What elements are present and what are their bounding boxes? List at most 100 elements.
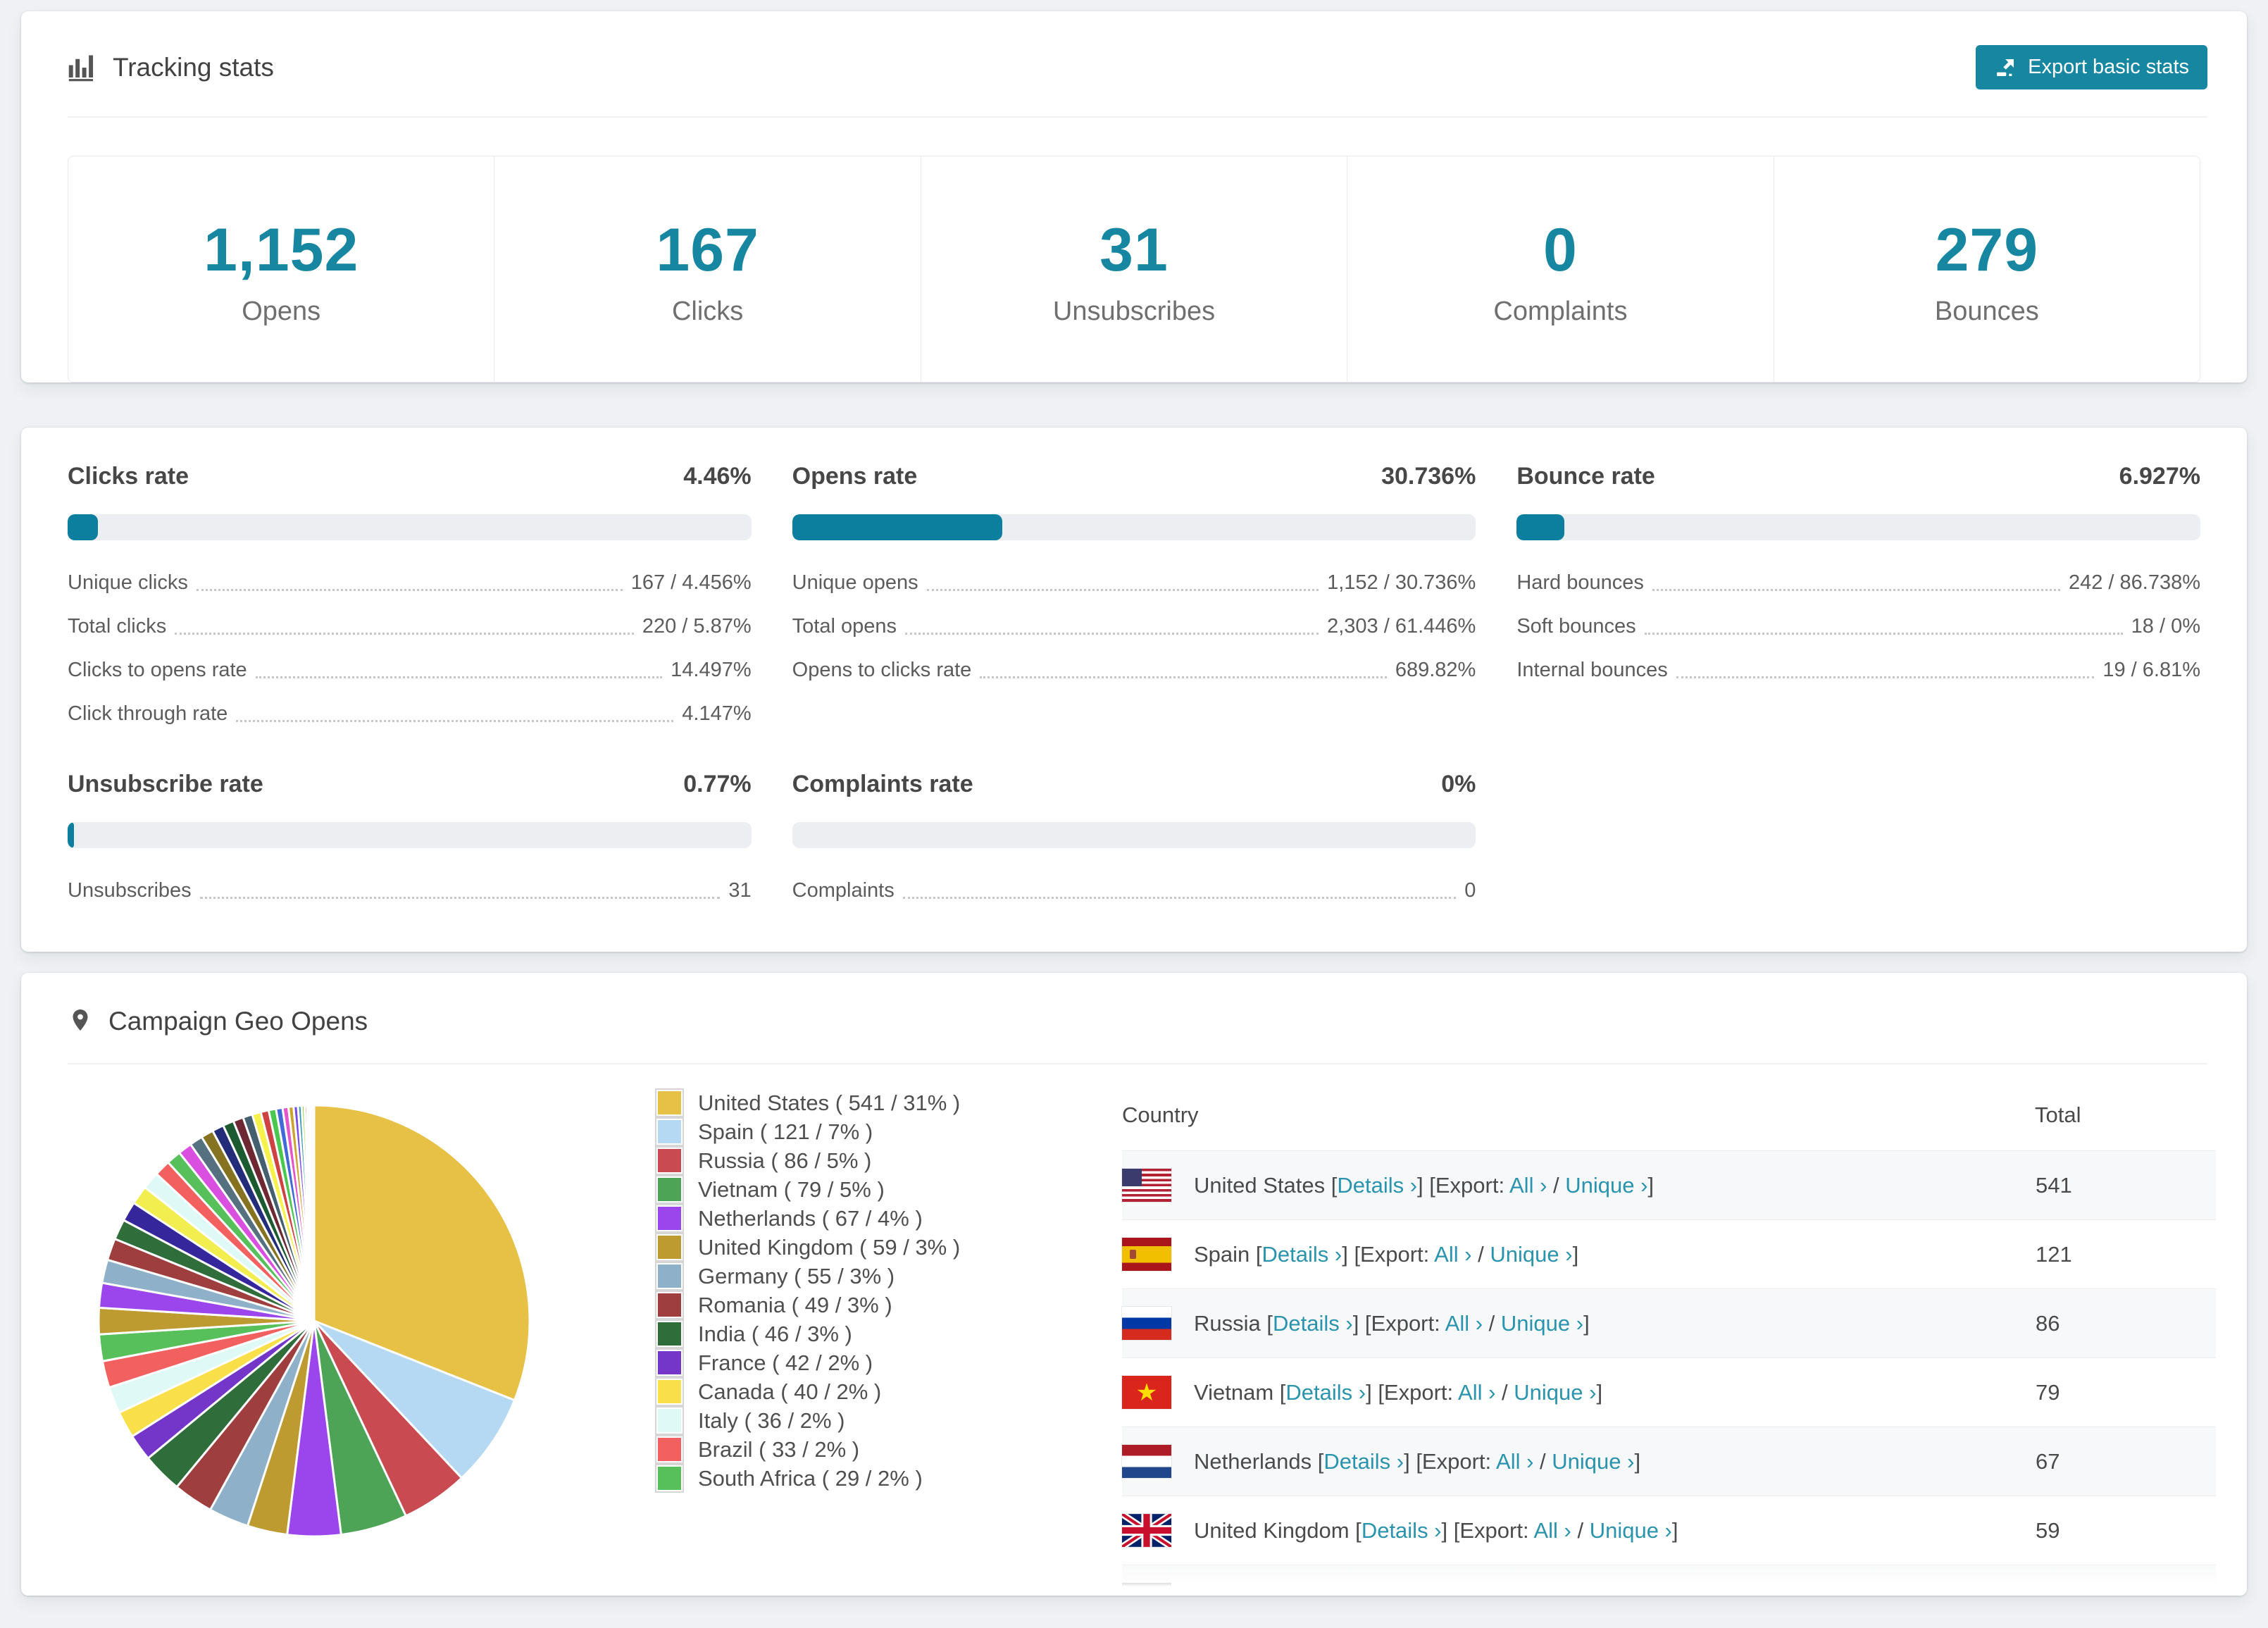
rate-row-value: 220 / 5.87% — [642, 615, 752, 638]
rate-value: 0% — [1441, 771, 1476, 797]
legend-item-spain: Spain ( 121 / 7% ) — [655, 1117, 1039, 1146]
legend-swatch — [655, 1233, 684, 1262]
legend-swatch — [655, 1406, 684, 1435]
geo-export-all-link[interactable]: All › — [1496, 1449, 1533, 1474]
stat-value: 0 — [1543, 216, 1578, 284]
legend-swatch-color — [658, 1091, 681, 1114]
geo-export-all-link[interactable]: All › — [1468, 1587, 1505, 1596]
rates-card: Clicks rate 4.46% Unique clicks 167 / 4.456… — [21, 428, 2247, 952]
stat-value: 167 — [656, 216, 759, 284]
legend-swatch-color — [658, 1178, 681, 1201]
dotted-leader — [980, 676, 1387, 678]
geo-export-all-link[interactable]: All › — [1458, 1380, 1495, 1405]
rate-row-value: 167 / 4.456% — [630, 571, 752, 594]
dotted-leader — [175, 633, 634, 635]
country-links: Russia [Details ›] [Export: All › / Uniq… — [1194, 1310, 1590, 1336]
rate-header: Unsubscribe rate 0.77% — [68, 771, 752, 798]
legend-label: Spain ( 121 / 7% ) — [698, 1119, 873, 1144]
legend-swatch — [655, 1348, 684, 1377]
rate-value: 6.927% — [2119, 463, 2200, 490]
geo-details-link[interactable]: Details › — [1285, 1380, 1366, 1405]
legend-label: Russia ( 86 / 5% ) — [698, 1148, 872, 1173]
country-cell-content: Germany [Details ›] [Export: All › / Uni… — [1122, 1583, 2035, 1596]
geo-export-all-link[interactable]: All › — [1509, 1173, 1547, 1198]
geo-details-link[interactable]: Details › — [1273, 1311, 1353, 1336]
legend-swatch-color — [658, 1265, 681, 1288]
legend-swatch — [655, 1204, 684, 1233]
geo-details-link[interactable]: Details › — [1362, 1518, 1442, 1543]
dotted-leader — [1676, 676, 2095, 678]
country-cell: Spain [Details ›] [Export: All › / Uniqu… — [1122, 1220, 2035, 1289]
geo-export-unique-link[interactable]: Unique › — [1514, 1380, 1596, 1405]
rate-block-opens-rate: Opens rate 30.736% Unique opens 1,152 / 30.… — [792, 463, 1476, 726]
country-cell: Netherlands [Details ›] [Export: All › /… — [1122, 1427, 2035, 1496]
rate-row: Internal bounces 19 / 6.81% — [1516, 659, 2200, 682]
legend-swatch — [655, 1319, 684, 1348]
geo-export-all-link[interactable]: All › — [1445, 1311, 1483, 1336]
geo-export-unique-link[interactable]: Unique › — [1552, 1449, 1634, 1474]
legend-item-india: India ( 46 / 3% ) — [655, 1319, 1039, 1348]
rate-value: 4.46% — [683, 463, 752, 490]
legend-swatch — [655, 1464, 684, 1493]
rate-row-value: 242 / 86.738% — [2068, 571, 2200, 594]
geo-details-link[interactable]: Details › — [1337, 1173, 1417, 1198]
rate-rows: Complaints 0 — [792, 879, 1476, 902]
total-cell: 86 — [2036, 1310, 2060, 1336]
country-links: Netherlands [Details ›] [Export: All › /… — [1194, 1448, 1641, 1474]
dotted-leader — [236, 720, 674, 722]
rates-grid: Clicks rate 4.46% Unique clicks 167 / 4.456… — [21, 428, 2247, 952]
rate-row-value: 1,152 / 30.736% — [1327, 571, 1476, 594]
rate-title: Clicks rate — [68, 463, 189, 490]
country-cell: Vietnam [Details ›] [Export: All › / Uni… — [1122, 1358, 2035, 1427]
table-row-nl: Netherlands [Details ›] [Export: All › /… — [1122, 1427, 2216, 1496]
rate-row-label: Clicks to opens rate — [68, 659, 247, 681]
legend-label: Germany ( 55 / 3% ) — [698, 1263, 895, 1288]
rate-row: Complaints 0 — [792, 879, 1476, 902]
tracking-stats-card: Tracking stats Export basic stats 1,152 O… — [21, 11, 2247, 383]
legend-item-france: France ( 42 / 2% ) — [655, 1348, 1039, 1377]
geo-export-all-link[interactable]: All › — [1533, 1518, 1571, 1543]
stat-label: Complaints — [1493, 297, 1628, 326]
legend-swatch-color — [658, 1409, 681, 1432]
legend-item-romania: Romania ( 49 / 3% ) — [655, 1291, 1039, 1319]
rate-row: Unique opens 1,152 / 30.736% — [792, 571, 1476, 595]
total-cell: 67 — [2036, 1448, 2060, 1474]
geo-export-unique-link[interactable]: Unique › — [1565, 1173, 1647, 1198]
rate-block-clicks-rate: Clicks rate 4.46% Unique clicks 167 / 4.456… — [68, 463, 752, 726]
geo-details-link[interactable]: Details › — [1262, 1242, 1342, 1267]
us-flag-icon — [1122, 1169, 1171, 1202]
legend-swatch-color — [658, 1467, 681, 1490]
rate-row-label: Internal bounces — [1516, 659, 1668, 681]
geo-header: Campaign Geo Opens — [21, 973, 2247, 1036]
rate-title: Complaints rate — [792, 771, 973, 797]
bar-chart-icon — [68, 53, 97, 82]
table-row-ru: Russia [Details ›] [Export: All › / Uniq… — [1122, 1288, 2216, 1358]
geo-export-all-link[interactable]: All › — [1434, 1242, 1471, 1267]
legend-item-brazil: Brazil ( 33 / 2% ) — [655, 1435, 1039, 1464]
tracking-stats-header: Tracking stats Export basic stats — [21, 11, 2247, 89]
legend-item-italy: Italy ( 36 / 2% ) — [655, 1406, 1039, 1435]
geo-export-unique-link[interactable]: Unique › — [1501, 1311, 1583, 1336]
dotted-leader — [255, 676, 663, 678]
summary-cards: 1,152 Opens 167 Clicks 31 Unsubscribes 0 Compla… — [68, 156, 2200, 383]
country-cell: Russia [Details ›] [Export: All › / Uniq… — [1122, 1289, 2035, 1358]
geo-content: United States ( 541 / 31% ) Spain ( 121 /… — [21, 1064, 2247, 1596]
geo-export-unique-link[interactable]: Unique › — [1590, 1518, 1672, 1543]
country-links: United Kingdom [Details ›] [Export: All … — [1194, 1517, 1678, 1543]
geo-details-link[interactable]: Details › — [1323, 1449, 1404, 1474]
geo-details-link[interactable]: Details › — [1296, 1587, 1376, 1596]
export-basic-stats-button[interactable]: Export basic stats — [1976, 45, 2207, 89]
dotted-leader — [1652, 589, 2060, 591]
rate-row-label: Unique opens — [792, 571, 918, 594]
progress-bar — [1516, 514, 2200, 540]
ru-flag-icon — [1122, 1307, 1171, 1340]
dotted-leader — [904, 633, 1319, 635]
rate-value: 0.77% — [683, 771, 752, 797]
table-row-gb: United Kingdom [Details ›] [Export: All … — [1122, 1496, 2216, 1565]
geo-export-unique-link[interactable]: Unique › — [1490, 1242, 1572, 1267]
rate-row: Unique clicks 167 / 4.456% — [68, 571, 752, 595]
pie-slice-other — [312, 1104, 316, 1322]
legend-label: Italy ( 36 / 2% ) — [698, 1408, 845, 1433]
geo-export-unique-link[interactable]: Unique › — [1524, 1587, 1607, 1596]
legend-item-vietnam: Vietnam ( 79 / 5% ) — [655, 1175, 1039, 1204]
